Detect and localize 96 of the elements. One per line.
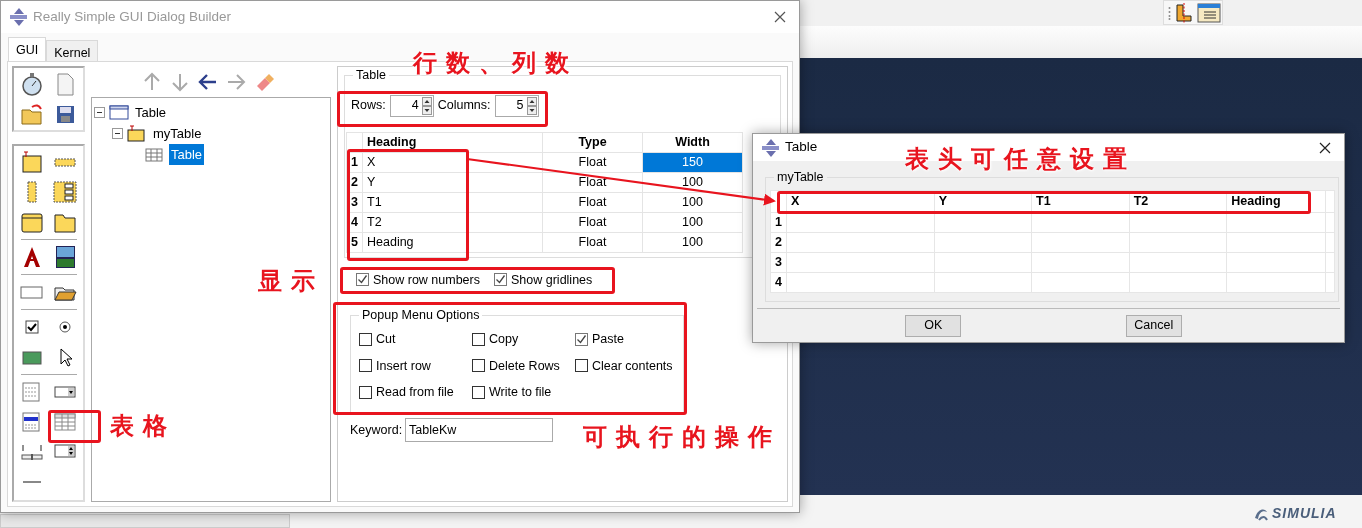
- window-title: Really Simple GUI Dialog Builder: [33, 7, 233, 26]
- tree-item[interactable]: myTable: [151, 122, 204, 145]
- checkbox-label: Show row numbers: [373, 271, 480, 289]
- highlight-frame: [48, 410, 101, 443]
- checkbox-label: Insert row: [376, 357, 431, 375]
- checkbox[interactable]: [494, 273, 507, 287]
- tab[interactable]: GUI: [8, 37, 47, 61]
- table-cell: 100: [642, 192, 743, 212]
- frame-icon: [127, 124, 147, 143]
- annotation-text: 显示: [258, 268, 324, 295]
- checkbox[interactable]: [359, 359, 372, 373]
- table-cell: 100: [642, 172, 743, 192]
- row-number: 1: [346, 152, 363, 172]
- field-label: Columns:: [437, 97, 491, 115]
- row-number: 3: [770, 252, 787, 272]
- checkbox[interactable]: [575, 359, 588, 373]
- column-header: Y: [934, 190, 1032, 212]
- table-cell: T2: [362, 212, 543, 232]
- columns-spinbox[interactable]: 5: [494, 94, 539, 117]
- checkbox[interactable]: [472, 359, 485, 373]
- cancel-button[interactable]: Cancel: [1125, 314, 1182, 337]
- table-cell: Float: [542, 152, 643, 172]
- column-header: T2: [1129, 190, 1227, 212]
- row-number: 1: [770, 212, 787, 232]
- form-layout-icon[interactable]: [51, 179, 78, 205]
- table-cell: 100: [642, 212, 743, 232]
- checkbox-label: Clear contents: [592, 357, 673, 375]
- form-window-icon[interactable]: [1197, 1, 1221, 24]
- tree-item[interactable]: Table: [133, 101, 169, 124]
- spin-arrows-icon[interactable]: [526, 96, 537, 115]
- column-header: Width: [642, 132, 743, 152]
- ruler-icon[interactable]: [1174, 1, 1194, 24]
- checkbox-label: Write to file: [489, 384, 552, 402]
- spin-arrows-icon[interactable]: [421, 96, 432, 115]
- group-title: Table: [355, 69, 387, 82]
- column-header: T1: [1031, 190, 1130, 212]
- column-header: Heading: [362, 132, 543, 152]
- table-cell: Float: [542, 192, 643, 212]
- check-icon: [495, 274, 506, 286]
- checkbox[interactable]: [575, 332, 588, 346]
- check-icon: [357, 274, 368, 286]
- dialog-window-icon: [109, 103, 129, 122]
- tab[interactable]: Kernel: [46, 40, 99, 61]
- field-label: Rows:: [351, 97, 386, 115]
- table-cell: X: [362, 152, 543, 172]
- app-icon: [761, 137, 779, 158]
- field-label: Keyword:: [350, 421, 403, 439]
- keyword-field[interactable]: TableKw: [405, 418, 554, 442]
- brand-name: SIMULIA: [1272, 504, 1337, 523]
- checkbox-label: Copy: [489, 330, 519, 348]
- table-cell: Heading: [362, 232, 543, 252]
- checkbox[interactable]: [472, 386, 485, 400]
- column-header: X: [786, 190, 935, 212]
- table-cell: T1: [362, 192, 543, 212]
- checkbox-label: Cut: [376, 330, 396, 348]
- close-icon: [1319, 141, 1331, 154]
- checkbox[interactable]: [359, 332, 372, 346]
- row-number: 2: [346, 172, 363, 192]
- checkbox[interactable]: [472, 332, 485, 346]
- scrollbar[interactable]: [0, 514, 290, 528]
- table-cell: Y: [362, 172, 543, 192]
- rows-spinbox[interactable]: 4: [389, 94, 434, 117]
- close-icon: [774, 11, 786, 23]
- checkbox[interactable]: [356, 273, 369, 287]
- toolbar-grip-icon[interactable]: [1168, 5, 1171, 20]
- annotation-text: 表格: [110, 413, 176, 440]
- annotation-text: 可执行的操作: [583, 424, 781, 451]
- table-cell: Float: [542, 232, 643, 252]
- checkbox[interactable]: [359, 386, 372, 400]
- column-header: Type: [542, 132, 643, 152]
- row-number: 4: [346, 212, 363, 232]
- collapse-icon[interactable]: [112, 128, 123, 139]
- checkbox-label: Read from file: [376, 384, 454, 402]
- table-cell: Float: [542, 172, 643, 192]
- collapse-icon[interactable]: [94, 107, 105, 118]
- tree-item[interactable]: Table: [169, 143, 205, 166]
- left-arrow-icon[interactable]: [198, 71, 218, 92]
- app-icon: [9, 7, 27, 27]
- column-header: Heading: [1226, 190, 1326, 212]
- group-title: myTable: [776, 171, 825, 184]
- row-number: 3: [346, 192, 363, 212]
- table-icon: [145, 145, 165, 164]
- table-cell: 100: [642, 232, 743, 252]
- checkbox-label: Paste: [592, 330, 624, 348]
- group-title: Popup Menu Options: [361, 309, 481, 322]
- row-number: 2: [770, 232, 787, 252]
- row-number: 5: [346, 232, 363, 252]
- ok-button[interactable]: OK: [905, 314, 962, 337]
- table-cell: Float: [542, 212, 643, 232]
- annotation-text: 行数、列数: [413, 50, 578, 77]
- annotation-text: 表头可任意设置: [905, 146, 1136, 173]
- window-title: Table: [785, 138, 819, 157]
- checkbox-label: Show gridlines: [511, 271, 593, 289]
- row-number: 4: [770, 272, 787, 292]
- check-icon: [576, 333, 587, 345]
- checkbox-label: Delete Rows: [489, 357, 560, 375]
